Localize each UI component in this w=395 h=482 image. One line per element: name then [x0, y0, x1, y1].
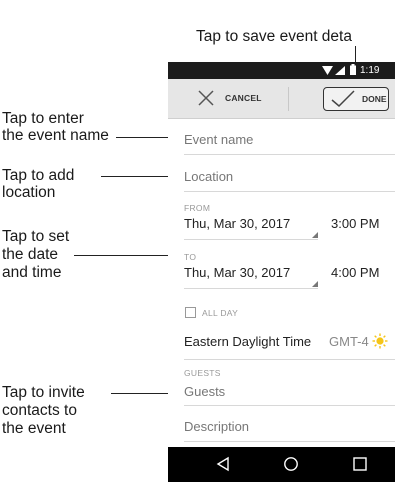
- from-date-underline: [184, 239, 318, 240]
- callout-location-2: location: [2, 184, 56, 201]
- status-time: 1:19: [360, 65, 380, 76]
- recents-square-icon[interactable]: [353, 457, 367, 471]
- guests-input[interactable]: Guests: [184, 384, 225, 399]
- back-triangle-icon[interactable]: [216, 456, 230, 472]
- phone-screen: 1:19 CANCEL DONE Event name Location FRO…: [168, 62, 395, 482]
- cancel-button[interactable]: CANCEL: [225, 93, 262, 103]
- from-time-picker[interactable]: 3:00 PM: [331, 216, 379, 231]
- status-bar: 1:19: [168, 62, 395, 79]
- home-circle-icon[interactable]: [283, 456, 299, 472]
- callout-save: Tap to save event deta: [196, 28, 352, 45]
- timezone-offset: GMT-4: [329, 334, 369, 349]
- guests-label: GUESTS: [184, 368, 221, 378]
- done-button[interactable]: DONE: [323, 87, 389, 111]
- from-label: FROM: [184, 203, 211, 213]
- callout-location-line: [101, 176, 178, 177]
- to-label: TO: [184, 252, 197, 262]
- description-underline: [184, 441, 395, 442]
- toolbar-divider: [288, 87, 289, 111]
- event-name-input[interactable]: Event name: [184, 132, 253, 147]
- to-date-underline: [184, 288, 318, 289]
- guests-underline: [184, 405, 395, 406]
- callout-datetime-1: Tap to set: [2, 228, 70, 245]
- callout-datetime-3: and time: [2, 264, 62, 281]
- signal-icon: [335, 66, 345, 75]
- timezone-divider: [184, 359, 395, 360]
- callout-location-1: Tap to add: [2, 167, 75, 184]
- description-input[interactable]: Description: [184, 419, 249, 434]
- callout-datetime-line: [74, 255, 178, 256]
- location-underline: [184, 191, 395, 192]
- callout-datetime-2: the date: [2, 246, 59, 263]
- check-icon: [331, 90, 355, 108]
- from-date-picker[interactable]: Thu, Mar 30, 2017: [184, 216, 290, 231]
- navigation-bar: [168, 447, 395, 482]
- location-input[interactable]: Location: [184, 169, 233, 184]
- callout-event-name-1: Tap to enter: [2, 110, 84, 127]
- action-toolbar: CANCEL DONE: [168, 79, 395, 119]
- callout-guests-3: the event: [2, 420, 66, 437]
- to-time-picker[interactable]: 4:00 PM: [331, 265, 379, 280]
- to-date-dropdown-icon: [312, 281, 318, 287]
- all-day-label: ALL DAY: [202, 308, 239, 318]
- wifi-icon: [322, 66, 333, 75]
- close-icon[interactable]: [196, 88, 216, 108]
- sun-icon: [372, 333, 388, 349]
- battery-icon: [350, 64, 356, 75]
- to-date-picker[interactable]: Thu, Mar 30, 2017: [184, 265, 290, 280]
- callout-guests-2: contacts to: [2, 402, 77, 419]
- callout-event-name-2: the event name: [2, 127, 109, 144]
- all-day-checkbox[interactable]: [185, 307, 196, 318]
- callout-guests-1: Tap to invite: [2, 384, 85, 401]
- event-name-underline: [184, 154, 395, 155]
- timezone-selector[interactable]: Eastern Daylight Time: [184, 334, 311, 349]
- from-date-dropdown-icon: [312, 232, 318, 238]
- done-label: DONE: [362, 94, 387, 104]
